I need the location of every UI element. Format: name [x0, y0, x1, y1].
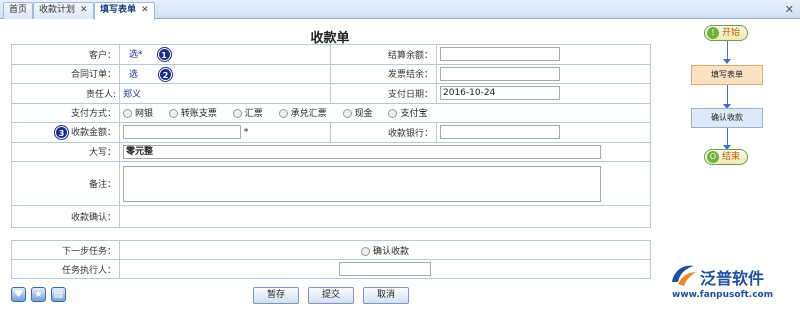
logo-icon: [672, 265, 696, 286]
confirm-value: [119, 205, 651, 228]
flow-step-fill-form: 填写表单: [691, 65, 763, 85]
radio-button[interactable]: [342, 109, 352, 119]
remark-label: 备注：: [11, 161, 120, 206]
radio-button[interactable]: [123, 109, 132, 119]
flow-start-label: 开始: [722, 28, 741, 38]
tab-label: 填写表单: [100, 5, 137, 15]
radio-label: 汇票: [244, 109, 263, 120]
company-logo: 泛普软件 www.fanpusoft.com: [668, 262, 773, 300]
next-task-option[interactable]: 确认收款: [373, 247, 409, 257]
remark-textarea[interactable]: [123, 165, 601, 202]
close-icon[interactable]: ✕: [80, 5, 88, 15]
radio-button[interactable]: [388, 109, 398, 119]
end-icon: O: [707, 151, 719, 163]
executor-label: 任务执行人：: [11, 259, 120, 279]
uppercase-label: 大写：: [11, 141, 120, 162]
required-mark: *: [243, 127, 249, 138]
flow-connector: [727, 41, 728, 60]
confirm-label: 收款确认：: [11, 205, 120, 228]
pay-method-option[interactable]: 现金: [342, 109, 373, 120]
marker-2: 2: [159, 67, 173, 81]
arrow-down-icon: [723, 59, 731, 64]
settle-balance-label: 结算余额：: [330, 44, 437, 65]
pay-method-group: 网银 转账支票 汇票 承兑汇票 现金 支付宝: [119, 102, 651, 123]
tab-fill-form[interactable]: 填写表单 ✕: [94, 2, 155, 20]
pay-method-option[interactable]: 承兑汇票: [278, 109, 327, 120]
amount-label: 收款金额：: [70, 128, 116, 139]
marker-1: 1: [157, 48, 171, 62]
radio-button[interactable]: [278, 109, 288, 119]
invoice-balance-field[interactable]: [440, 66, 560, 81]
customer-select-link[interactable]: 选*: [129, 50, 143, 60]
flow-connector: [727, 85, 728, 105]
amount-field[interactable]: [123, 125, 241, 140]
logo-url: www.fanpusoft.com: [672, 290, 774, 300]
pay-method-option[interactable]: 支付宝: [388, 109, 427, 119]
heart-icon[interactable]: ♥: [11, 287, 26, 302]
start-icon: !: [707, 27, 719, 39]
executor-field[interactable]: [339, 262, 431, 276]
radio-button[interactable]: [360, 246, 370, 256]
radio-label: 承兑汇票: [290, 109, 327, 120]
uppercase-field[interactable]: 零元整: [123, 144, 601, 159]
pay-date-label: 支付日期：: [330, 83, 437, 104]
flow-step-confirm: 确认收款: [691, 108, 763, 128]
save-button[interactable]: 暂存: [253, 287, 299, 304]
submit-button[interactable]: 提交: [308, 287, 354, 304]
close-icon[interactable]: ✕: [141, 5, 149, 15]
window-close-icon[interactable]: ✕: [785, 3, 794, 16]
bank-label: 收款银行：: [330, 122, 437, 143]
owner-label: 责任人:: [11, 83, 120, 104]
tab-label: 首页: [9, 5, 28, 15]
bank-field[interactable]: [440, 125, 560, 140]
tab-label: 收款计划: [39, 5, 76, 15]
invoice-balance-label: 发票结余：: [330, 63, 437, 84]
tab-bar: 首页 收款计划 ✕ 填写表单 ✕ ✕: [0, 0, 800, 20]
settle-balance-field[interactable]: [440, 47, 560, 62]
order-label: 合同订单：: [11, 63, 120, 84]
print-icon[interactable]: ▤: [51, 287, 66, 302]
radio-button[interactable]: [232, 109, 242, 119]
tab-collection-plan[interactable]: 收款计划 ✕: [33, 2, 94, 19]
cancel-button[interactable]: 取消: [363, 287, 409, 304]
next-task-label: 下一步任务：: [11, 240, 120, 260]
star-icon[interactable]: ★: [31, 287, 46, 302]
pay-date-field[interactable]: 2016-10-24: [440, 86, 560, 101]
pay-method-option[interactable]: 网银: [123, 109, 153, 119]
customer-label: 客户：: [11, 44, 120, 65]
flow-connector: [727, 128, 728, 146]
order-select-link[interactable]: 选: [129, 70, 138, 80]
owner-value: 郑义: [123, 89, 142, 100]
radio-label: 转账支票: [180, 109, 217, 120]
radio-button[interactable]: [168, 109, 178, 119]
task-form: 下一步任务： 确认收款 任务执行人：: [11, 240, 651, 279]
marker-3: 3: [54, 126, 68, 140]
collection-form: 客户： 选* 1 结算余额： 合同订单： 选 2 发票结余： 责任人: 郑义 支付日…: [11, 44, 651, 228]
radio-label: 现金: [354, 109, 373, 120]
pay-method-option[interactable]: 汇票: [232, 109, 263, 120]
pay-method-option[interactable]: 转账支票: [168, 109, 217, 120]
flow-end-node: O 结束: [704, 149, 749, 165]
flow-end-label: 结束: [722, 152, 741, 162]
tab-home[interactable]: 首页: [3, 2, 34, 19]
logo-name: 泛普软件: [700, 269, 765, 288]
radio-label: 支付宝: [400, 109, 428, 120]
flow-start-node: ! 开始: [704, 25, 749, 41]
pay-method-label: 支付方式：: [11, 102, 120, 123]
radio-label: 网银: [135, 109, 154, 120]
